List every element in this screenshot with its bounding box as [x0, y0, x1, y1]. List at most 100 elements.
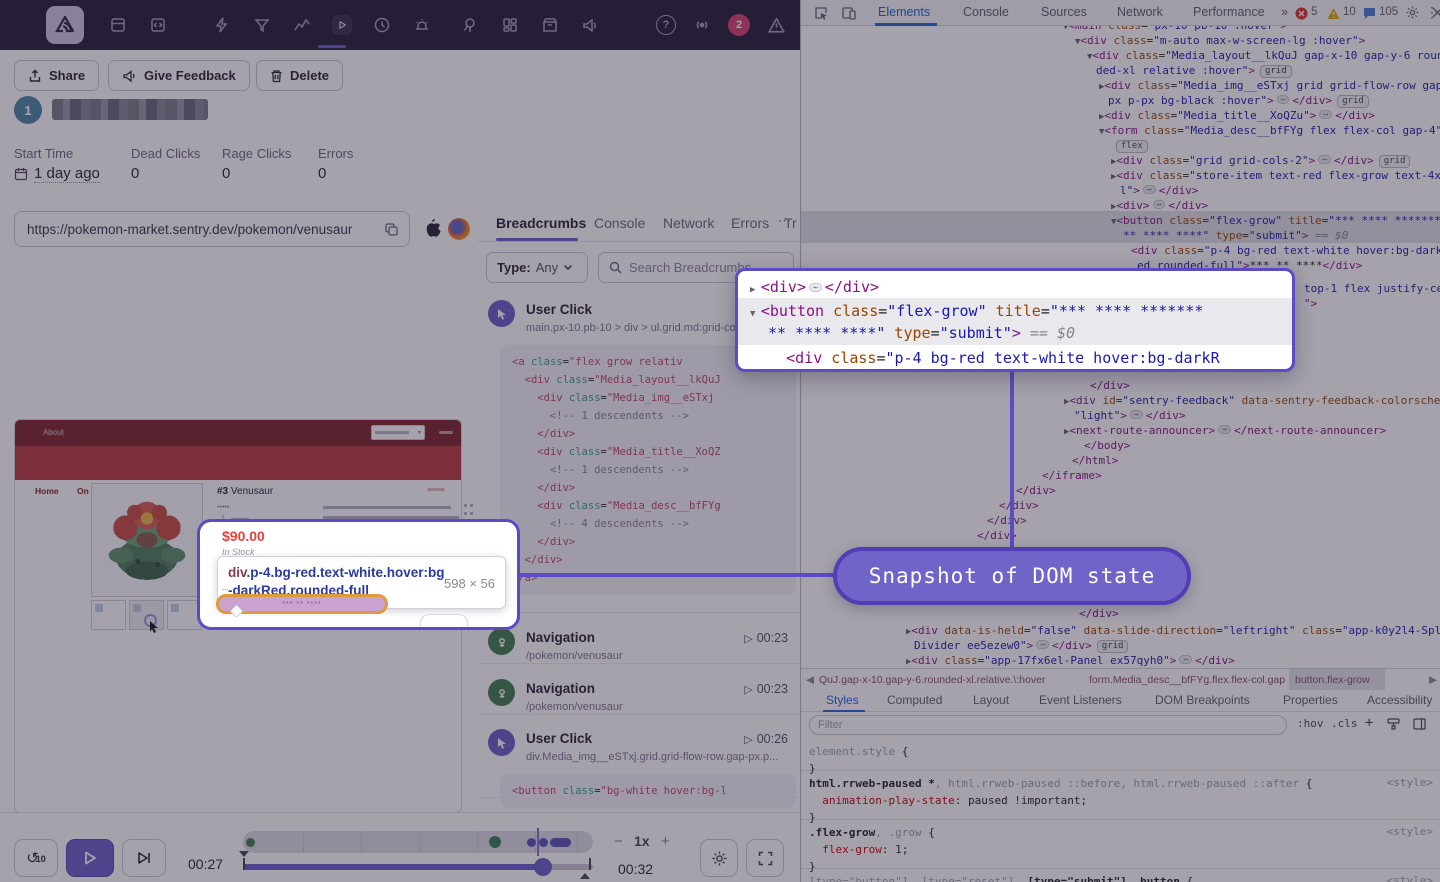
- element-crumb[interactable]: form.Media_desc__bfFYg.flex.flex-col.gap…: [1089, 669, 1285, 691]
- style-rule-line[interactable]: html.rrweb-paused *, html.rrweb-paused :…: [809, 776, 1312, 791]
- type-filter-dropdown[interactable]: Type: Any: [486, 252, 588, 283]
- broadcast-icon[interactable]: [692, 15, 712, 35]
- dom-tree-line[interactable]: </div>: [1016, 483, 1056, 498]
- lightning-icon[interactable]: [212, 15, 232, 35]
- style-rule-line[interactable]: flex-grow: 1;: [809, 842, 908, 857]
- devtools-tab-network[interactable]: Network: [1117, 5, 1163, 19]
- megaphone-icon[interactable]: [580, 15, 600, 35]
- style-rule-line[interactable]: element.style {: [809, 744, 908, 759]
- devtools-tab-performance[interactable]: Performance: [1193, 5, 1265, 19]
- element-crumb[interactable]: button.flex-grow: [1289, 669, 1385, 691]
- sentry-logo[interactable]: [46, 6, 84, 44]
- close-icon[interactable]: [1432, 5, 1440, 23]
- paint-format-icon[interactable]: [1387, 718, 1400, 733]
- more-tabs-icon[interactable]: »: [1281, 5, 1288, 19]
- sidebar-tab-event-listeners[interactable]: Event Listeners: [1039, 693, 1122, 707]
- pokemart-search-box[interactable]: ▾: [371, 425, 425, 440]
- click-marker-cluster[interactable]: [550, 838, 571, 847]
- breadcrumb-title[interactable]: Navigation: [526, 630, 595, 645]
- dom-tree-line[interactable]: flex: [1111, 138, 1148, 153]
- devtools-tab-console[interactable]: Console: [963, 5, 1009, 19]
- dom-tree-line[interactable]: Divider ee5ezew0">⋯</div>grid: [914, 638, 1128, 653]
- error-badge-icon[interactable]: [1295, 7, 1308, 25]
- navigation-marker[interactable]: [246, 838, 255, 847]
- settings-button[interactable]: [700, 839, 738, 877]
- dom-tree-line[interactable]: </body>: [1084, 438, 1130, 453]
- delete-button[interactable]: Delete: [256, 60, 343, 91]
- replay-url-bar[interactable]: https://pokemon-market.sentry.dev/pokemo…: [14, 211, 410, 247]
- devtools-tab-elements[interactable]: Elements: [878, 5, 930, 19]
- skip-to-end-button[interactable]: [122, 839, 166, 877]
- error-count[interactable]: 5: [1311, 6, 1317, 18]
- dom-tree-line[interactable]: ▶<div class="app-17fx6el-Panel ex57qyh0"…: [906, 653, 1235, 668]
- seek-slider[interactable]: [243, 864, 593, 870]
- copy-icon[interactable]: [384, 222, 399, 237]
- devtools-tab-sources[interactable]: Sources: [1041, 5, 1087, 19]
- fullscreen-button[interactable]: [746, 839, 784, 877]
- speed-increase-button[interactable]: +: [661, 833, 670, 850]
- warning-count[interactable]: 10: [1343, 6, 1356, 18]
- style-rule-line[interactable]: }: [809, 761, 816, 776]
- style-rule-line[interactable]: [type="button"], [type="reset"], [type="…: [809, 874, 1193, 882]
- code-explore-icon[interactable]: [148, 15, 168, 35]
- dom-tree-line[interactable]: ▼<form class="Media_desc__bfFYg flex fle…: [1099, 123, 1440, 140]
- notification-badge[interactable]: 2: [728, 14, 750, 36]
- breadcrumb-title[interactable]: User Click: [526, 731, 592, 746]
- insights-icon[interactable]: [292, 15, 312, 35]
- style-rule-line[interactable]: .flex-grow, .grow {: [809, 825, 935, 840]
- play-button[interactable]: [66, 839, 114, 877]
- navigation-marker[interactable]: [489, 836, 501, 848]
- replays-icon[interactable]: [332, 15, 352, 35]
- click-marker[interactable]: [527, 838, 536, 847]
- crumb-prev-icon[interactable]: ◀: [806, 669, 814, 691]
- tab-network[interactable]: Network: [663, 215, 714, 231]
- rewind-10-button[interactable]: ↺10: [14, 839, 58, 877]
- hover-state-toggle[interactable]: :hov: [1297, 717, 1324, 730]
- filter-icon[interactable]: [252, 15, 272, 35]
- message-count[interactable]: 105: [1379, 6, 1398, 18]
- breadcrumb-timestamp[interactable]: ▷00:23: [744, 631, 788, 645]
- tab-errors[interactable]: Errors: [731, 215, 769, 231]
- dom-tree-line[interactable]: l">⋯</div>: [1120, 183, 1198, 198]
- events-timeline[interactable]: [243, 831, 593, 853]
- dom-tree-line[interactable]: </html>: [1072, 453, 1118, 468]
- warning-badge-icon[interactable]: [1327, 7, 1340, 25]
- dom-tree-line[interactable]: ** **** ****" type="submit"> == $0: [1123, 228, 1348, 243]
- seek-handle[interactable]: [534, 858, 552, 876]
- dashboards-icon[interactable]: [500, 15, 520, 35]
- element-crumb[interactable]: QuJ.gap-x-10.gap-y-6.rounded-xl.relative…: [819, 669, 1083, 691]
- share-button[interactable]: Share: [14, 60, 99, 91]
- alerts-icon[interactable]: [412, 15, 432, 35]
- timeline-cursor[interactable]: [537, 828, 539, 856]
- dom-tree-line[interactable]: ded-xl relative :hover">grid: [1096, 63, 1292, 78]
- styles-filter-input[interactable]: Filter: [809, 715, 1287, 735]
- dom-tree-line[interactable]: </div>: [987, 513, 1027, 528]
- new-style-rule-icon[interactable]: +: [1365, 715, 1373, 731]
- breadcrumb-title[interactable]: Navigation: [526, 681, 595, 696]
- messages-badge-icon[interactable]: [1363, 7, 1376, 25]
- releases-icon[interactable]: [540, 15, 560, 35]
- projects-icon[interactable]: [108, 15, 128, 35]
- thumbnail-1[interactable]: [91, 600, 126, 630]
- crumb-next-icon[interactable]: ▶: [1429, 669, 1437, 691]
- sidebar-tab-accessibility[interactable]: Accessibility: [1367, 693, 1432, 707]
- speed-decrease-button[interactable]: −: [614, 833, 623, 850]
- dom-tree-line[interactable]: </div>: [1090, 378, 1130, 393]
- sidebar-tab-computed[interactable]: Computed: [887, 693, 942, 707]
- dom-tree-line[interactable]: "light">⋯</div>: [1074, 408, 1186, 423]
- style-rule-line[interactable]: animation-play-state: paused !important;: [809, 793, 1087, 808]
- click-marker[interactable]: [539, 838, 548, 847]
- speed-value[interactable]: 1x: [634, 833, 650, 849]
- tab-console[interactable]: Console: [594, 215, 645, 231]
- device-toolbar-icon[interactable]: [841, 5, 857, 26]
- pin-icon[interactable]: [460, 15, 480, 35]
- sidebar-tab-styles[interactable]: Styles: [826, 693, 859, 707]
- stylesheet-link[interactable]: <style>: [1387, 825, 1433, 838]
- class-toggle[interactable]: .cls: [1331, 717, 1358, 730]
- pokemart-nav-home[interactable]: Home: [35, 486, 59, 496]
- devtools-settings-icon[interactable]: [1405, 5, 1420, 25]
- pokemart-about-link[interactable]: About: [43, 428, 64, 437]
- breadcrumb-timestamp[interactable]: ▷00:26: [744, 732, 788, 746]
- sidebar-tab-layout[interactable]: Layout: [973, 693, 1009, 707]
- panel-more-icon[interactable]: ⋯: [778, 213, 791, 229]
